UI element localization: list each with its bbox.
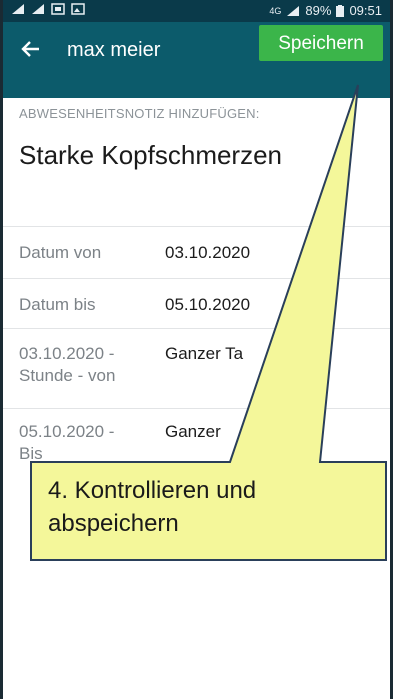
signal-alt-icon [32, 4, 44, 14]
gallery-icon [51, 3, 65, 15]
status-right: 4G 89% 09:51 [269, 3, 382, 18]
time-to-label: 05.10.2020 - Bis [19, 421, 114, 465]
signal-alt-icon [12, 4, 24, 14]
status-left-icons [11, 3, 85, 15]
date-from-label: Datum von [19, 243, 102, 262]
date-from-value[interactable]: 03.10.2020 [165, 242, 250, 264]
callout-text: 4. Kontrollieren und abspeichern [48, 474, 256, 540]
save-button[interactable]: Speichern [259, 25, 383, 61]
signal-icon [287, 5, 300, 16]
absence-note-field[interactable]: Starke Kopfschmerzen [19, 140, 282, 171]
time-from-label: 03.10.2020 - Stunde - von [19, 343, 115, 387]
date-to-label: Datum bis [19, 295, 96, 314]
time-to-label-line2: Bis [19, 444, 43, 463]
date-to-row[interactable]: Datum bis 05.10.2020 [3, 278, 390, 329]
phone-screen: 4G 89% 09:51 max meier Speichern ABWESEN… [0, 0, 393, 699]
image-icon [71, 3, 85, 15]
time-from-label-line1: 03.10.2020 - [19, 344, 115, 363]
app-bar: max meier Speichern [3, 22, 390, 98]
network-type: 4G [269, 5, 282, 16]
battery-icon [336, 4, 345, 17]
time-from-row[interactable]: 03.10.2020 - Stunde - von Ganzer Ta [3, 328, 390, 409]
battery-percent: 89% [305, 3, 332, 18]
status-bar: 4G 89% 09:51 [3, 0, 390, 22]
date-to-value[interactable]: 05.10.2020 [165, 294, 250, 316]
section-label: ABWESENHEITSNOTIZ HINZUFÜGEN: [19, 106, 260, 121]
time-from-value[interactable]: Ganzer Ta [165, 343, 243, 365]
time-to-label-line1: 05.10.2020 - [19, 422, 115, 441]
time-to-value[interactable]: Ganzer [165, 421, 221, 443]
page-title: max meier [67, 39, 161, 61]
clock: 09:51 [349, 3, 382, 18]
arrow-left-icon[interactable] [19, 30, 57, 68]
callout-line1: 4. Kontrollieren und [48, 477, 257, 504]
date-from-row[interactable]: Datum von 03.10.2020 [3, 226, 390, 279]
time-from-label-line2: Stunde - von [19, 366, 116, 385]
callout-line2: abspeichern [48, 510, 179, 537]
time-to-row[interactable]: 05.10.2020 - Bis Ganzer [3, 408, 390, 469]
